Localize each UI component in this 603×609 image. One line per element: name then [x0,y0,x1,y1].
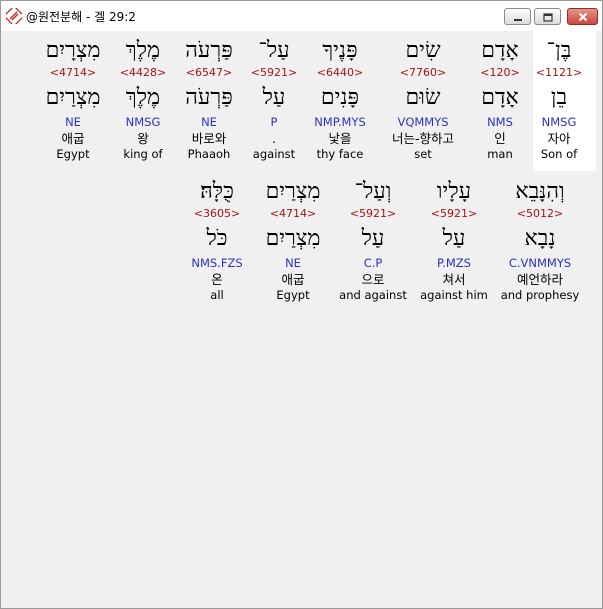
app-logo-icon [3,5,25,27]
strong-number: <3605> [193,207,241,220]
close-icon [578,7,588,26]
english-gloss: man [487,147,513,161]
hebrew-lemma: מֶלֶךְ [125,85,161,110]
app-window: @원전분해 - 겔 29:2 בֶּן־ <1121> בֵן NMSG 자아 … [0,0,603,609]
morph-code: NE [285,256,301,270]
hebrew-lemma: מִצְרַיִם [45,85,101,110]
morph-code: VQMMYS [397,115,449,129]
korean-gloss: 인 [494,131,506,146]
hebrew-word: עָלָיו [436,179,472,204]
hebrew-lemma: אָדָם [481,85,519,110]
morph-code: C.P [363,256,383,270]
english-gloss: set [414,147,432,161]
word-cell[interactable]: שִׂים <7760> שׂוּם VQMMYS 너는-향하고 set [383,36,463,162]
word-cell[interactable]: אָדָם <120> אָדָם NMS 인 man [460,36,540,162]
word-cell[interactable]: כֻּלָּהּ׃ <3605> כֹּל NMS.FZS 온 all [177,177,257,303]
english-gloss: and against [339,288,407,302]
hebrew-word: מִצְרַיִם [265,179,321,204]
morph-code: NMS [487,115,513,129]
window-title: @원전분해 - 겔 29:2 [26,10,136,24]
morph-code: NE [65,115,81,129]
close-button[interactable] [567,8,598,25]
korean-gloss: 너는-향하고 [391,131,454,146]
hebrew-word: כֻּלָּהּ׃ [200,179,234,204]
english-gloss: Egypt [56,147,90,161]
hebrew-lemma: שׂוּם [405,85,441,110]
hebrew-word: מֶלֶךְ [125,38,161,63]
korean-gloss: 애굽 [281,272,305,287]
morph-code: C.VNMMYS [508,256,572,270]
maximize-button[interactable] [534,8,561,25]
strong-number: <7760> [399,66,447,79]
korean-gloss: 으로 [361,272,385,287]
morph-code: NMSG [125,115,161,129]
minimize-icon [513,7,523,26]
hebrew-lemma: עַל [361,226,385,251]
word-cell[interactable]: מֶלֶךְ <4428> מֶלֶךְ NMSG 왕 king of [103,36,183,162]
korean-gloss: 왕 [137,131,149,146]
maximize-icon [542,7,553,26]
english-gloss: king of [123,147,163,161]
hebrew-lemma: עַל [442,226,466,251]
korean-gloss: 예언하라 [516,272,563,287]
word-cell[interactable]: מִצְרָיִם <4714> מִצְרַיִם NE 애굽 Egypt [33,36,113,162]
strong-number: <4714> [49,66,97,79]
hebrew-word: וְעַל־ [354,179,392,204]
word-cell[interactable]: וְהִנָּבֵא <5012> נָבָא C.VNMMYS 예언하라 an… [500,177,580,303]
word-cell[interactable]: מִצְרַיִם <4714> מִצְרַיִם NE 애굽 Egypt [253,177,333,303]
hebrew-word: שִׂים [405,38,441,63]
morph-code: P.MZS [437,256,471,270]
morph-code: NMS.FZS [191,256,243,270]
hebrew-lemma: נָבָא [524,226,556,251]
hebrew-word: וְהִנָּבֵא [515,179,565,204]
title-bar[interactable]: @원전분해 - 겔 29:2 [1,1,602,31]
strong-number: <4714> [269,207,317,220]
word-cell[interactable]: עָלָיו <5921> עַל P.MZS 쳐서 against him [414,177,494,303]
korean-gloss: 애굽 [61,131,85,146]
strong-number: <5921> [430,207,478,220]
strong-number: <5921> [349,207,397,220]
korean-gloss: 쳐서 [442,272,466,287]
hebrew-word: מִצְרָיִם [45,38,101,63]
analysis-panel: בֶּן־ <1121> בֵן NMSG 자아 Son of אָדָם <1… [9,31,596,605]
minimize-button[interactable] [504,8,531,25]
english-gloss: and prophesy [500,288,580,302]
korean-gloss: 온 [211,272,223,287]
hebrew-lemma: כֹּל [206,226,228,251]
english-gloss: against him [420,288,488,302]
hebrew-word: אָדָם [481,38,519,63]
english-gloss: all [210,288,224,302]
english-gloss: Egypt [276,288,310,302]
strong-number: <120> [480,66,520,79]
word-cell[interactable]: וְעַל־ <5921> עַל C.P 으로 and against [333,177,413,303]
strong-number: <5012> [516,207,564,220]
hebrew-lemma: מִצְרַיִם [265,226,321,251]
strong-number: <4428> [119,66,167,79]
